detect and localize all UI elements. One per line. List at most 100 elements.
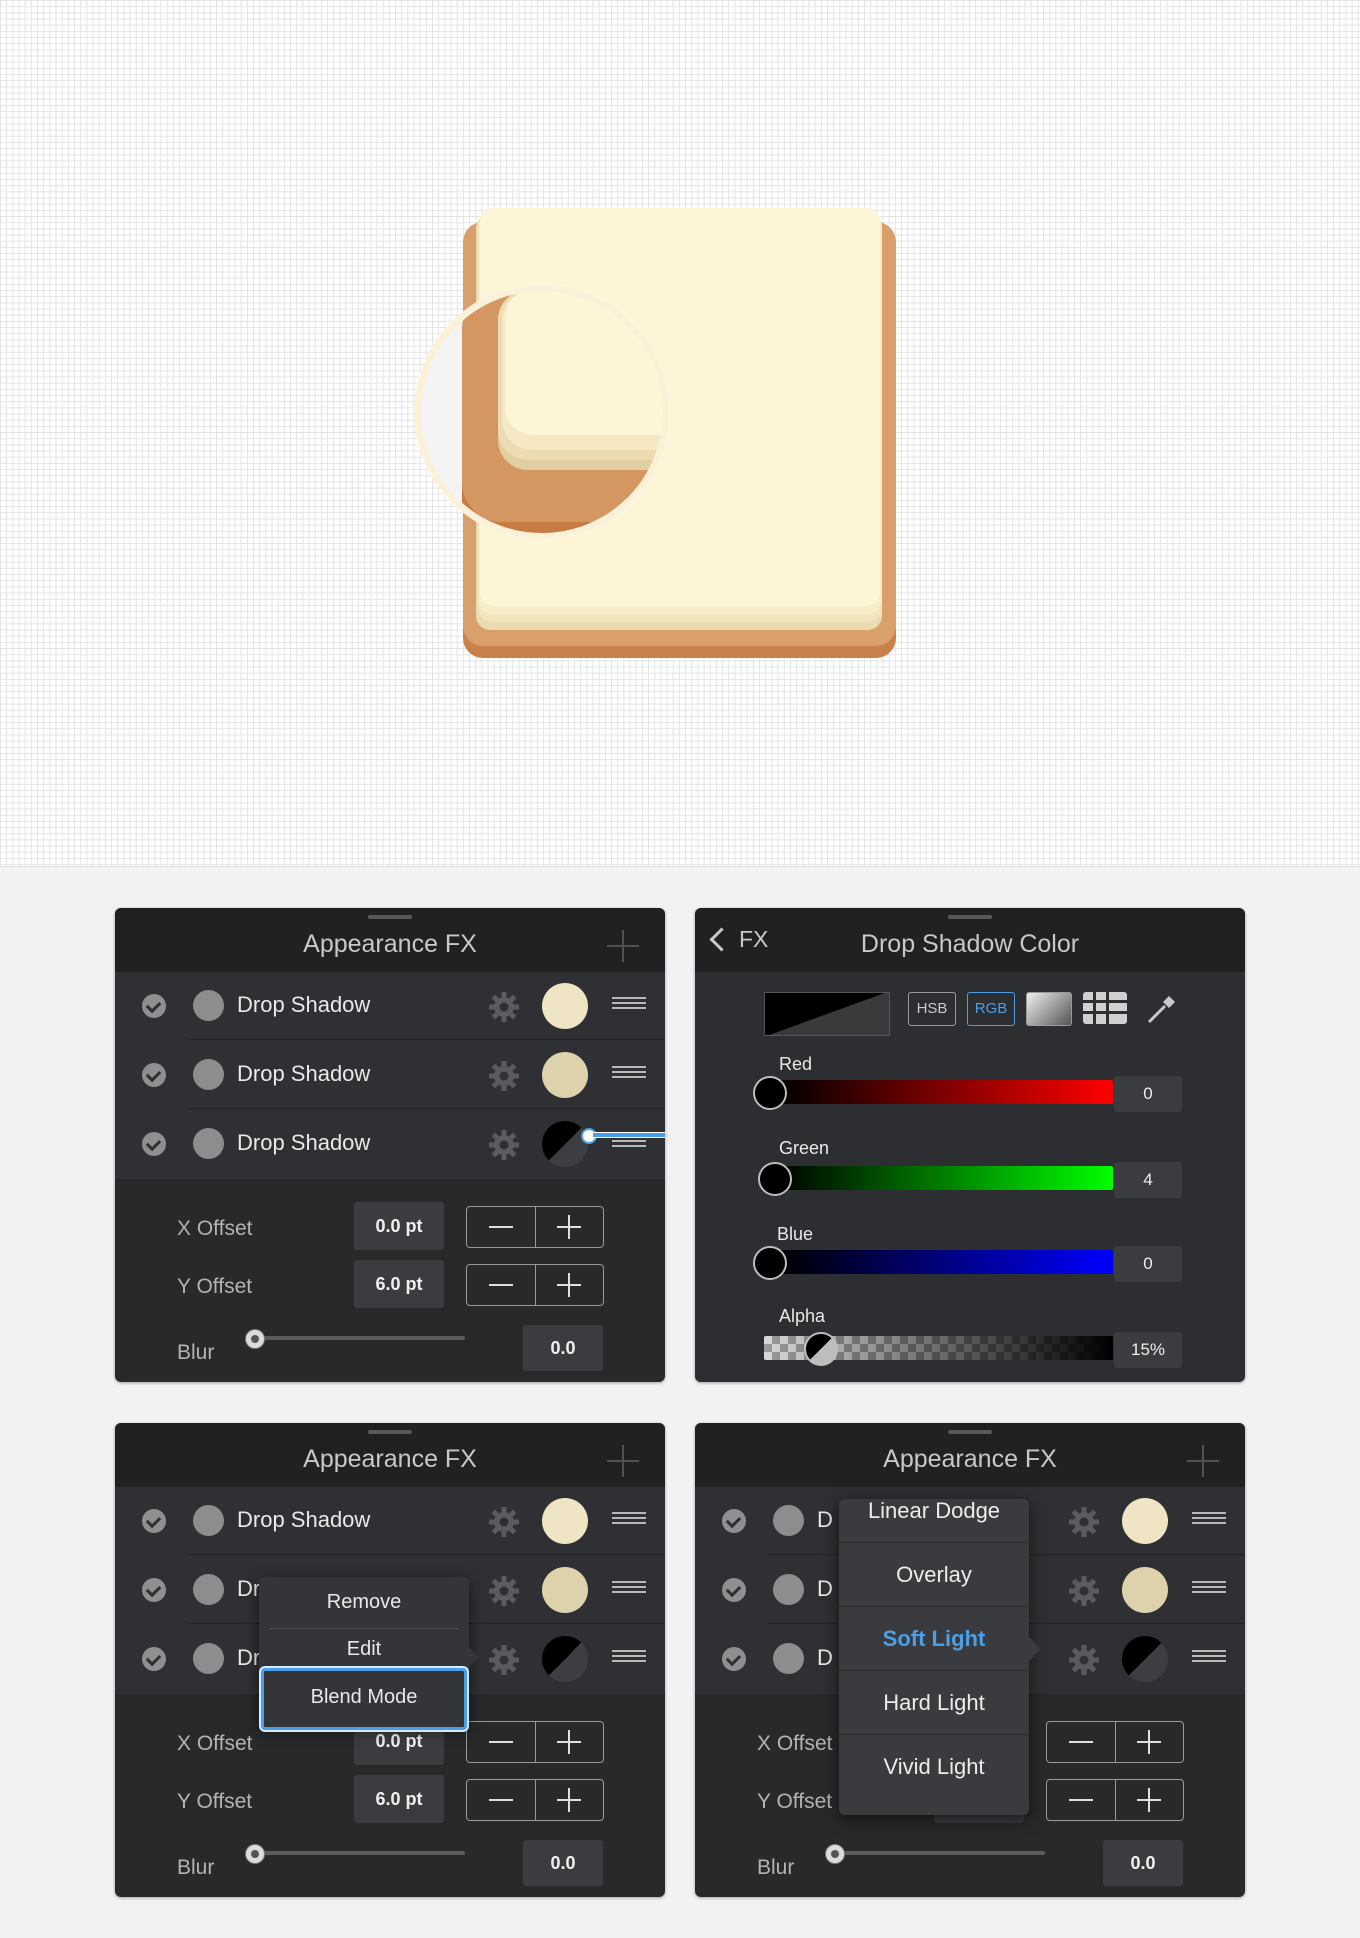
checkmark-icon[interactable] [722,1647,746,1671]
minus-icon[interactable] [489,1226,513,1228]
blur-field[interactable]: 0.0 [523,1840,603,1886]
green-slider-knob[interactable] [758,1162,792,1196]
red-gradient-slider[interactable] [777,1080,1113,1104]
checkmark-icon[interactable] [142,1509,166,1533]
gear-icon[interactable] [487,1128,521,1162]
blend-mode-menu-item[interactable]: Blend Mode [261,1668,467,1730]
add-effect-icon[interactable] [607,1445,639,1477]
plus-icon[interactable] [557,1788,581,1812]
red-value-field[interactable]: 0 [1114,1076,1182,1112]
blend-option-soft-light[interactable]: Soft Light [839,1607,1029,1671]
gear-icon[interactable] [487,990,521,1024]
reorder-handle-icon[interactable] [612,1581,646,1595]
blur-field[interactable]: 0.0 [523,1325,603,1371]
reorder-handle-icon[interactable] [612,1650,646,1664]
checkmark-icon[interactable] [142,1578,166,1602]
y-offset-stepper[interactable] [466,1779,604,1821]
minus-icon[interactable] [489,1799,513,1801]
color-preview[interactable] [764,992,890,1036]
eyedropper-icon[interactable] [1143,990,1181,1028]
reorder-handle-icon[interactable] [612,1512,646,1526]
x-offset-field[interactable]: 0.0 pt [354,1202,444,1250]
add-effect-icon[interactable] [1187,1445,1219,1477]
gear-icon[interactable] [1067,1505,1101,1539]
effect-row[interactable]: Drop Shadow [115,1487,665,1555]
gear-icon[interactable] [487,1643,521,1677]
alpha-slider-knob[interactable] [804,1332,838,1366]
blue-value-field[interactable]: 0 [1114,1246,1182,1282]
blur-slider-knob[interactable] [245,1844,265,1864]
minus-icon[interactable] [489,1284,513,1286]
checkmark-icon[interactable] [142,1063,166,1087]
grabber-handle[interactable] [948,915,992,919]
gear-icon[interactable] [487,1505,521,1539]
blur-slider-knob[interactable] [245,1329,265,1349]
effect-row[interactable]: Drop Shadow [115,1110,665,1178]
checkmark-icon[interactable] [722,1578,746,1602]
color-swatch[interactable] [1122,1498,1168,1544]
remove-menu-item[interactable]: Remove [259,1591,469,1614]
checkmark-icon[interactable] [142,1132,166,1156]
checkmark-icon[interactable] [142,994,166,1018]
plus-icon[interactable] [557,1215,581,1239]
y-offset-field[interactable]: 6.0 pt [354,1260,444,1308]
visibility-toggle[interactable] [193,1505,224,1536]
blur-slider-track[interactable] [255,1336,465,1340]
swatches-grid-icon[interactable] [1083,992,1127,1024]
rgb-mode-button[interactable]: RGB [967,992,1015,1026]
color-swatch[interactable] [542,1121,588,1167]
reorder-handle-icon[interactable] [1192,1581,1226,1595]
visibility-toggle[interactable] [193,1059,224,1090]
green-value-field[interactable]: 4 [1114,1162,1182,1198]
visibility-toggle[interactable] [773,1643,804,1674]
color-swatch[interactable] [1122,1567,1168,1613]
gear-icon[interactable] [487,1574,521,1608]
reorder-handle-icon[interactable] [612,1066,646,1080]
gear-icon[interactable] [1067,1574,1101,1608]
grabber-handle[interactable] [948,1430,992,1434]
checkmark-icon[interactable] [142,1647,166,1671]
blue-slider-knob[interactable] [753,1246,787,1280]
grabber-handle[interactable] [368,915,412,919]
reorder-handle-icon[interactable] [1192,1512,1226,1526]
y-offset-field[interactable]: 6.0 pt [354,1775,444,1823]
blur-slider-track[interactable] [835,1851,1045,1855]
visibility-toggle[interactable] [193,1128,224,1159]
visibility-toggle[interactable] [193,990,224,1021]
checkmark-icon[interactable] [722,1509,746,1533]
y-offset-stepper[interactable] [1046,1779,1184,1821]
color-swatch[interactable] [542,1567,588,1613]
gradient-mode-icon[interactable] [1026,992,1072,1026]
visibility-toggle[interactable] [773,1505,804,1536]
blend-option-vivid-light[interactable]: Vivid Light [839,1735,1029,1798]
gear-icon[interactable] [487,1059,521,1093]
color-swatch[interactable] [542,1052,588,1098]
effect-row[interactable]: Drop Shadow [115,1041,665,1109]
visibility-toggle[interactable] [773,1574,804,1605]
gear-icon[interactable] [1067,1643,1101,1677]
plus-icon[interactable] [1137,1730,1161,1754]
edit-menu-item[interactable]: Edit [259,1638,469,1661]
blend-option-linear-dodge[interactable]: Linear Dodge [839,1499,1029,1543]
add-effect-icon[interactable] [607,930,639,962]
minus-icon[interactable] [1069,1799,1093,1801]
y-offset-stepper[interactable] [466,1264,604,1306]
visibility-toggle[interactable] [193,1643,224,1674]
minus-icon[interactable] [1069,1741,1093,1743]
minus-icon[interactable] [489,1741,513,1743]
x-offset-stepper[interactable] [1046,1721,1184,1763]
color-swatch[interactable] [542,1498,588,1544]
color-swatch[interactable] [542,983,588,1029]
color-swatch[interactable] [542,1636,588,1682]
blur-slider-knob[interactable] [825,1844,845,1864]
alpha-value-field[interactable]: 15% [1114,1332,1182,1368]
blur-field[interactable]: 0.0 [1103,1840,1183,1886]
x-offset-stepper[interactable] [466,1206,604,1248]
blur-slider-track[interactable] [255,1851,465,1855]
hsb-mode-button[interactable]: HSB [908,992,956,1026]
effect-row[interactable]: Drop Shadow [115,972,665,1040]
plus-icon[interactable] [1137,1788,1161,1812]
plus-icon[interactable] [557,1273,581,1297]
x-offset-stepper[interactable] [466,1721,604,1763]
blend-option-hard-light[interactable]: Hard Light [839,1671,1029,1735]
